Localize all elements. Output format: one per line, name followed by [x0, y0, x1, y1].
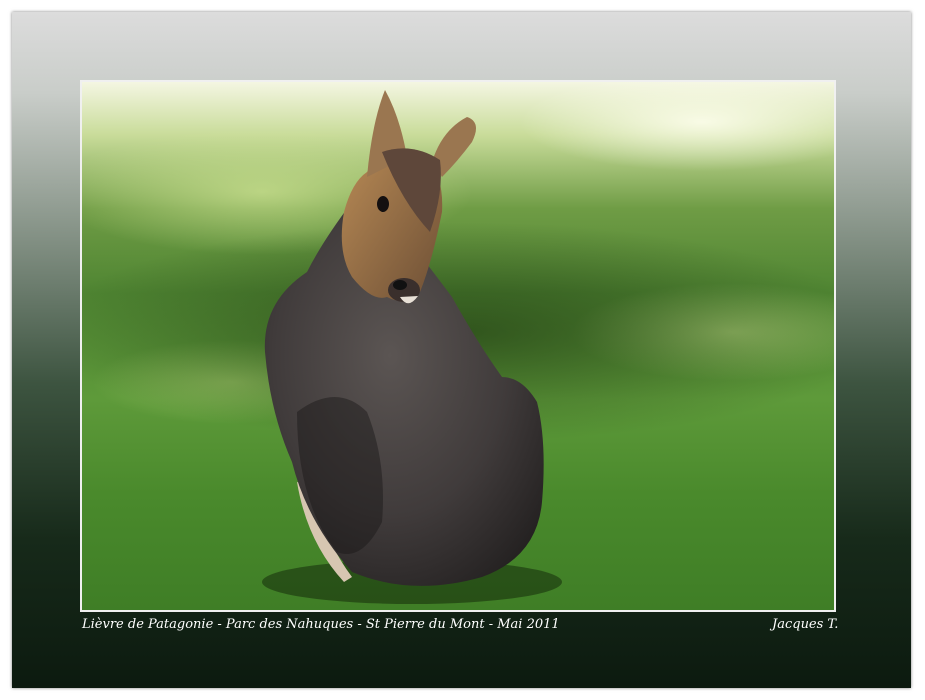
- thigh: [297, 397, 383, 554]
- nose: [393, 280, 407, 290]
- photo-border: [80, 80, 836, 612]
- photo-caption: Lièvre de Patagonie - Parc des Nahuques …: [82, 617, 560, 632]
- patagonian-mara-image: [82, 90, 834, 604]
- photographer-credit: Jacques T.: [772, 617, 839, 632]
- eye: [377, 196, 389, 212]
